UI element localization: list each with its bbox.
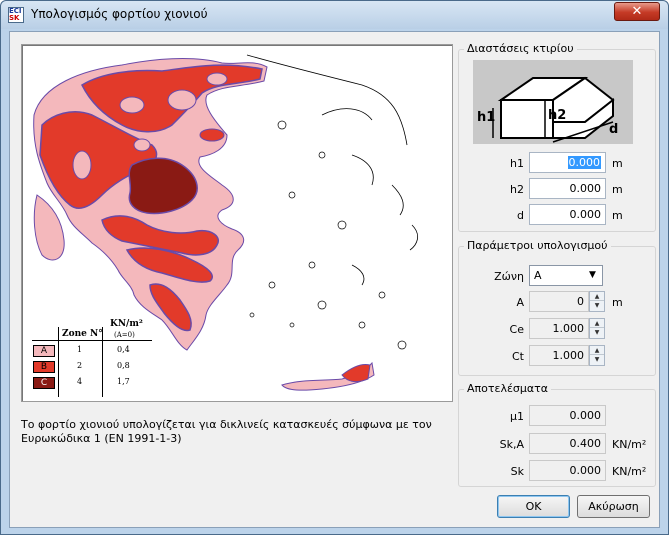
spin-up-icon[interactable]: ▲ xyxy=(590,292,604,301)
legend-swatch-a: A xyxy=(33,345,55,357)
legend-value: 1,7 xyxy=(117,377,130,386)
spin-down-icon[interactable]: ▼ xyxy=(590,301,604,310)
results-group: Αποτελέσματα μ1 0.000 Sk,A 0.400 KN/m² S… xyxy=(458,382,656,487)
group-title: Διαστάσεις κτιρίου xyxy=(464,42,577,55)
legend-n: 4 xyxy=(77,377,83,386)
altitude-spinner[interactable]: ▲ ▼ xyxy=(589,291,605,312)
h2-unit: m xyxy=(612,183,623,196)
legend-n: 2 xyxy=(77,361,83,370)
ok-button[interactable]: OK xyxy=(497,495,570,518)
app-icon: ECI SK xyxy=(8,7,24,23)
altitude-input[interactable]: 0 xyxy=(529,291,589,312)
spin-down-icon[interactable]: ▼ xyxy=(590,355,604,364)
chevron-down-icon: ▼ xyxy=(589,270,596,280)
legend-header-sub: (A=0) xyxy=(114,331,135,339)
ct-input[interactable]: 1.000 xyxy=(529,345,589,366)
h1-unit: m xyxy=(612,157,623,170)
ce-input[interactable]: 1.000 xyxy=(529,318,589,339)
sk-label: Sk xyxy=(510,465,524,478)
spin-down-icon[interactable]: ▼ xyxy=(590,328,604,337)
diagram-label-d: d xyxy=(609,122,619,137)
legend-value: 0,4 xyxy=(117,345,130,354)
ce-spinner[interactable]: ▲ ▼ xyxy=(589,318,605,339)
ct-spinner[interactable]: ▲ ▼ xyxy=(589,345,605,366)
legend-row-a: A 1 0,4 xyxy=(32,345,152,359)
h1-label: h1 xyxy=(510,157,524,170)
sk-unit: KN/m² xyxy=(612,465,647,478)
dialog-body: Zone N° KN/m² (A=0) A 1 0,4 B 2 0,8 C 4 … xyxy=(9,31,660,528)
altitude-unit: m xyxy=(612,296,623,309)
eurocode-caption: Το φορτίο χιονιού υπολογίζεται για δικλι… xyxy=(21,418,432,445)
legend-n: 1 xyxy=(77,345,83,354)
legend-divider xyxy=(32,340,152,341)
ska-output: 0.400 xyxy=(529,433,606,454)
calculation-parameters-group: Παράμετροι υπολογισμού Ζώνη A ▼ A 0 ▲ ▼ m… xyxy=(458,239,656,376)
h2-label: h2 xyxy=(510,183,524,196)
building-diagram: h1 h2 d xyxy=(473,60,633,144)
spin-up-icon[interactable]: ▲ xyxy=(590,319,604,328)
zone-select[interactable]: A ▼ xyxy=(529,265,603,286)
d-label: d xyxy=(517,209,524,222)
title-bar: ECI SK Υπολογισμός φορτίου χιονιού ✕ xyxy=(1,1,668,29)
group-title: Παράμετροι υπολογισμού xyxy=(464,239,611,252)
zone-label: Ζώνη xyxy=(494,270,524,283)
legend-row-b: B 2 0,8 xyxy=(32,361,152,375)
sk-output: 0.000 xyxy=(529,460,606,481)
h1-input[interactable]: 0.000 xyxy=(529,152,606,173)
ct-label: Ct xyxy=(512,350,524,363)
diagram-label-h2: h2 xyxy=(548,108,567,123)
close-button[interactable]: ✕ xyxy=(614,2,660,21)
spin-up-icon[interactable]: ▲ xyxy=(590,346,604,355)
cancel-button[interactable]: Ακύρωση xyxy=(577,495,650,518)
legend-value: 0,8 xyxy=(117,361,130,370)
group-title: Αποτελέσματα xyxy=(464,382,551,395)
h2-input[interactable]: 0.000 xyxy=(529,178,606,199)
snow-zone-map: Zone N° KN/m² (A=0) A 1 0,4 B 2 0,8 C 4 … xyxy=(21,44,453,402)
mu1-output: 0.000 xyxy=(529,405,606,426)
d-input[interactable]: 0.000 xyxy=(529,204,606,225)
ce-label: Ce xyxy=(509,323,524,336)
altitude-label: A xyxy=(516,296,524,309)
legend-swatch-b: B xyxy=(33,361,55,373)
building-dimensions-group: Διαστάσεις κτιρίου h1 h2 d h1 0.000 m h2 xyxy=(458,42,656,232)
map-legend: Zone N° KN/m² (A=0) A 1 0,4 B 2 0,8 C 4 … xyxy=(32,319,152,397)
diagram-label-h1: h1 xyxy=(477,110,496,125)
legend-swatch-c: C xyxy=(33,377,55,389)
mu1-label: μ1 xyxy=(510,410,524,423)
legend-header-load: KN/m² xyxy=(110,319,143,329)
legend-row-c: C 4 1,7 xyxy=(32,377,152,391)
window-title: Υπολογισμός φορτίου χιονιού xyxy=(31,7,208,21)
legend-header-zone: Zone N° xyxy=(62,329,103,339)
dialog-window: ECI SK Υπολογισμός φορτίου χιονιού ✕ Zon… xyxy=(0,0,669,535)
d-unit: m xyxy=(612,209,623,222)
ska-label: Sk,A xyxy=(499,438,524,451)
ska-unit: KN/m² xyxy=(612,438,647,451)
